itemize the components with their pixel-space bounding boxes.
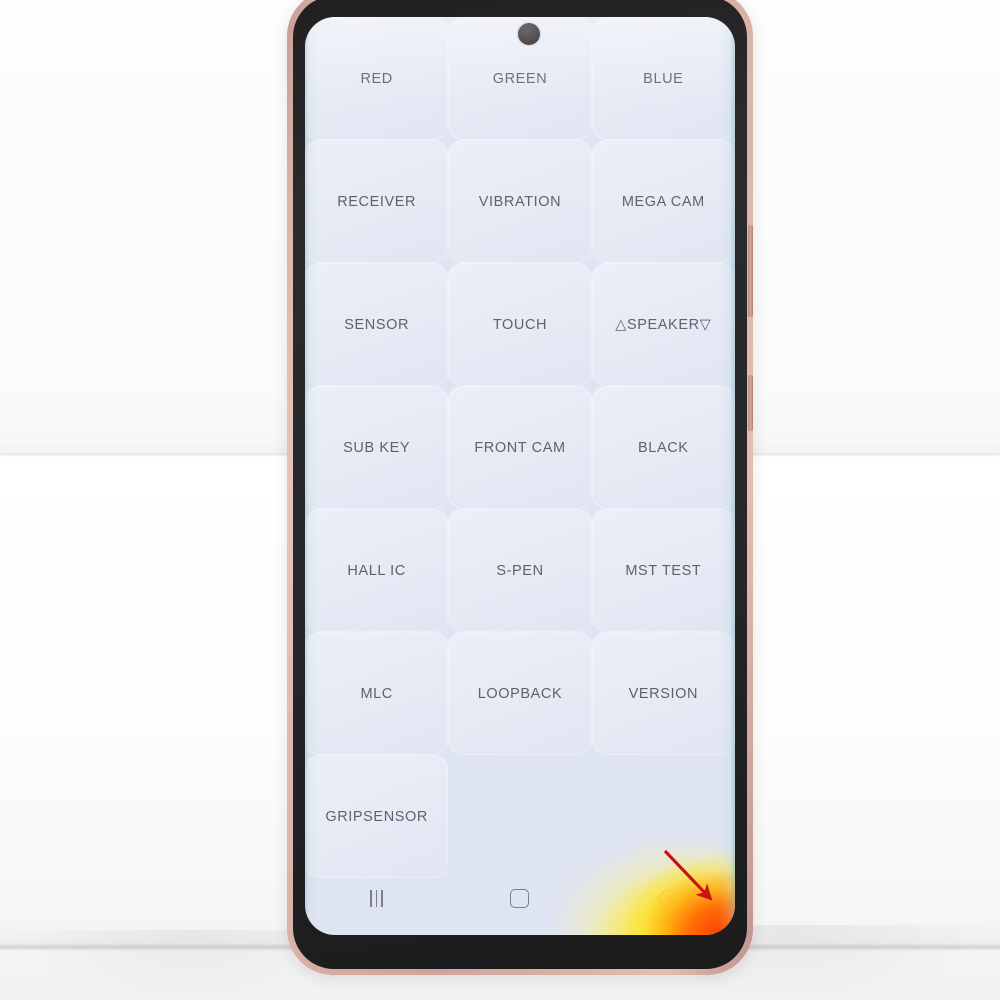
test-button-s-pen[interactable]: S-PEN [448, 509, 592, 632]
test-button-sub-key[interactable]: SUB KEY [305, 386, 449, 509]
test-button-sensor[interactable]: SENSOR [305, 263, 449, 386]
test-button-label: △SPEAKER▽ [615, 316, 712, 333]
back-icon [656, 888, 675, 908]
test-button-label: BLUE [643, 70, 684, 87]
test-button-label: SENSOR [344, 316, 410, 333]
test-button-label: MEGA CAM [621, 193, 705, 210]
test-grid-empty-cell [448, 755, 591, 878]
test-button-loopback[interactable]: LOOPBACK [448, 632, 592, 755]
smartphone-device: RED GREEN BLUE RECEIVER VIBRATION MEGA C… [287, 0, 753, 975]
recents-icon [370, 889, 384, 907]
android-navigation-bar [305, 875, 735, 921]
test-button-front-cam[interactable]: FRONT CAM [448, 386, 592, 509]
nav-home-button[interactable] [488, 878, 552, 918]
test-button-label: RECEIVER [337, 193, 417, 210]
test-button-mst-test[interactable]: MST TEST [591, 509, 735, 632]
test-button-label: MST TEST [625, 562, 702, 579]
test-button-label: GRIPSENSOR [325, 808, 428, 825]
test-button-label: VERSION [628, 685, 699, 702]
power-button[interactable] [748, 375, 753, 431]
test-button-speaker[interactable]: △SPEAKER▽ [591, 263, 735, 386]
test-button-touch[interactable]: TOUCH [448, 263, 592, 386]
nav-back-button[interactable] [631, 878, 695, 918]
test-button-mega-cam[interactable]: MEGA CAM [591, 140, 735, 263]
floor-shadow-left [0, 930, 320, 1000]
test-button-label: SUB KEY [343, 439, 411, 456]
test-button-label: FRONT CAM [474, 439, 566, 456]
test-button-receiver[interactable]: RECEIVER [305, 140, 449, 263]
test-grid-empty-cell [592, 755, 735, 878]
test-button-label: RED [360, 70, 393, 87]
test-button-mlc[interactable]: MLC [305, 632, 449, 755]
test-button-red[interactable]: RED [305, 17, 449, 140]
nav-recents-button[interactable] [345, 878, 409, 918]
test-button-black[interactable]: BLACK [591, 386, 735, 509]
volume-rocker-button[interactable] [748, 225, 753, 317]
test-button-label: LOOPBACK [477, 685, 563, 702]
test-button-label: GREEN [492, 70, 548, 87]
home-icon [510, 888, 530, 908]
test-button-gripsensor[interactable]: GRIPSENSOR [305, 755, 449, 878]
test-button-blue[interactable]: BLUE [591, 17, 735, 140]
test-button-label: S-PEN [496, 562, 544, 579]
test-button-hall-ic[interactable]: HALL IC [305, 509, 449, 632]
test-button-label: BLACK [638, 439, 689, 456]
test-button-label: MLC [360, 685, 393, 702]
phone-screen: RED GREEN BLUE RECEIVER VIBRATION MEGA C… [305, 17, 735, 935]
test-button-label: VIBRATION [478, 193, 562, 210]
test-button-label: TOUCH [492, 316, 548, 333]
test-button-label: HALL IC [347, 562, 406, 579]
test-button-vibration[interactable]: VIBRATION [448, 140, 592, 263]
test-button-version[interactable]: VERSION [591, 632, 735, 755]
factory-test-grid: RED GREEN BLUE RECEIVER VIBRATION MEGA C… [305, 17, 735, 878]
front-camera-punch-hole-icon [518, 23, 540, 45]
